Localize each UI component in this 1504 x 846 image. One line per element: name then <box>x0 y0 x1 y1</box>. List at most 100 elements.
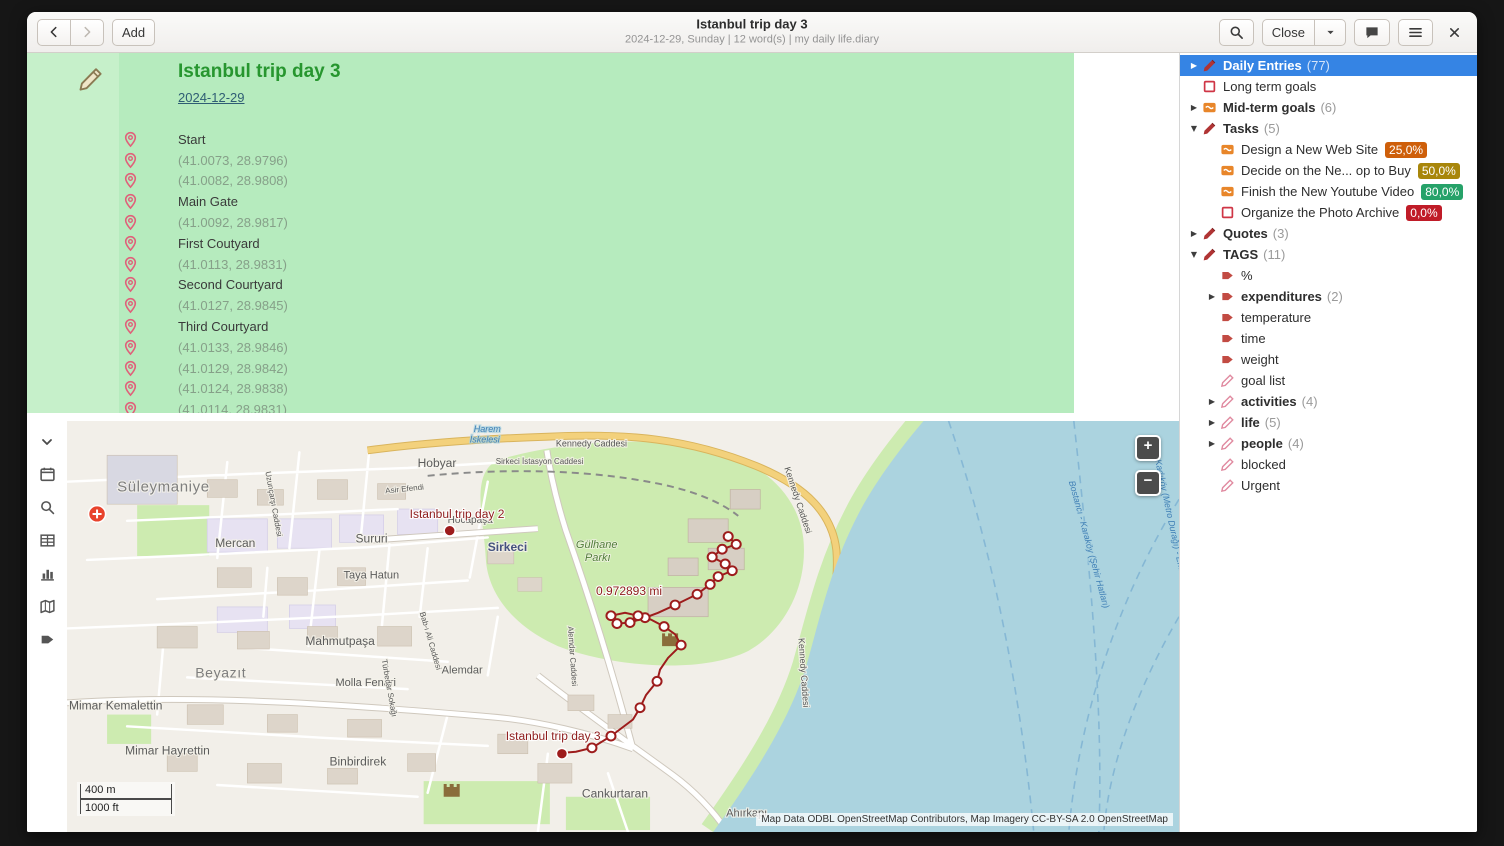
map-label: Sirkeci İstasyon Caddesi <box>496 457 584 466</box>
entry-line[interactable]: (41.0092, 28.9817) <box>119 212 1074 233</box>
collapse-map-button[interactable] <box>33 429 61 454</box>
map-view-button[interactable] <box>33 594 61 619</box>
zoom-in-button[interactable]: + <box>1135 435 1161 461</box>
tree-item-label: Design a New Web Site <box>1241 142 1378 157</box>
tree-item-time[interactable]: time <box>1180 328 1477 349</box>
tree-item-tags[interactable]: ▼TAGS(11) <box>1180 244 1477 265</box>
tag-icon <box>1220 352 1235 367</box>
entry-line-text: Third Courtyard <box>178 319 268 334</box>
tree-item-count: (3) <box>1273 226 1289 241</box>
expander-open-icon[interactable]: ▼ <box>1186 124 1202 133</box>
tree-item-design-a-new-web-site[interactable]: Design a New Web Site 25,0% <box>1180 139 1477 160</box>
entry-line[interactable]: Start <box>119 129 1074 150</box>
map-label: Sururi <box>356 531 388 545</box>
tree-item-quotes[interactable]: ▶ Quotes (3) <box>1180 223 1477 244</box>
progress-badge: 25,0% <box>1385 142 1427 158</box>
tree-item-life[interactable]: ▶life(5) <box>1180 412 1477 433</box>
tree-item-urgent[interactable]: Urgent <box>1180 475 1477 496</box>
tree-item-organize-the-photo-archive[interactable]: Organize the Photo Archive0,0% <box>1180 202 1477 223</box>
chart-view-button[interactable] <box>33 561 61 586</box>
entry-line[interactable]: (41.0082, 28.9808) <box>119 171 1074 192</box>
map-canvas[interactable]: SüleymaniyeHobyarHocapaşaSirkeciSirkeci … <box>67 421 1179 832</box>
tree-item-temperature[interactable]: temperature <box>1180 307 1477 328</box>
entry-line[interactable]: Second Courtyard <box>119 275 1074 296</box>
expander-closed-icon[interactable]: ▶ <box>1204 418 1220 427</box>
entry-line[interactable]: First Coutyard <box>119 233 1074 254</box>
tree-item-mid-term-goals[interactable]: ▶Mid-term goals(6) <box>1180 97 1477 118</box>
entry-line[interactable]: (41.0124, 28.9838) <box>119 379 1074 400</box>
entry-line-text: (41.0129, 28.9842) <box>178 361 288 376</box>
tree-item-decide-on-the-ne-op-to-buy[interactable]: Decide on the Ne... op to Buy50,0% <box>1180 160 1477 181</box>
tree-item-activities[interactable]: ▶activities(4) <box>1180 391 1477 412</box>
location-pin-icon <box>122 297 139 314</box>
map-label: Kennedy Caddesi <box>556 439 627 449</box>
entry-editor[interactable]: Istanbul trip day 3 2024-12-29 Start(41.… <box>119 53 1074 413</box>
entry-line-text: Main Gate <box>178 194 238 209</box>
tree-item-[interactable]: % <box>1180 265 1477 286</box>
add-button[interactable]: Add <box>112 19 155 46</box>
entry-line[interactable]: Third Courtyard <box>119 316 1074 337</box>
tag-icon <box>1220 289 1235 304</box>
location-pin-icon <box>122 235 139 252</box>
expander-closed-icon[interactable]: ▶ <box>1204 397 1220 406</box>
entry-line[interactable]: (41.0113, 28.9831) <box>119 254 1074 275</box>
tree-item-label: Quotes <box>1223 226 1268 241</box>
tree-item-expenditures[interactable]: ▶expenditures(2) <box>1180 286 1477 307</box>
tree-item-count: (5) <box>1265 415 1281 430</box>
entry-line[interactable]: (41.0129, 28.9842) <box>119 358 1074 379</box>
tree-item-count: (2) <box>1327 289 1343 304</box>
entry-line-text: Start <box>178 132 205 147</box>
entry-date-link[interactable]: 2024-12-29 <box>178 90 245 105</box>
close-diary-button[interactable]: Close <box>1262 19 1315 46</box>
map-label: 0.972893 mi <box>596 584 662 598</box>
tags-view-button[interactable] <box>33 627 61 652</box>
tree-item-tasks[interactable]: ▼Tasks(5) <box>1180 118 1477 139</box>
map-label: Alemdar <box>442 665 483 677</box>
comments-button[interactable] <box>1354 19 1390 46</box>
expander-closed-icon[interactable]: ▶ <box>1204 292 1220 301</box>
tree-item-long-term-goals[interactable]: Long term goals <box>1180 76 1477 97</box>
forward-button[interactable] <box>70 19 104 46</box>
expander-closed-icon[interactable]: ▶ <box>1186 61 1202 70</box>
map-image: SüleymaniyeHobyarHocapaşaSirkeciSirkeci … <box>67 421 1179 832</box>
tree-item-label: Daily Entries <box>1223 58 1302 73</box>
entry-line[interactable]: (41.0127, 28.9845) <box>119 295 1074 316</box>
tree-item-daily-entries[interactable]: ▶Daily Entries(77) <box>1180 55 1477 76</box>
tree-item-label: Mid-term goals <box>1223 100 1315 115</box>
headerbar: Add Istanbul trip day 3 2024-12-29, Sund… <box>27 12 1477 53</box>
entry-line[interactable]: (41.0073, 28.9796) <box>119 150 1074 171</box>
pencil-icon <box>1202 121 1217 136</box>
entry-line[interactable]: (41.0114, 28.9831) <box>119 399 1074 413</box>
tree-item-weight[interactable]: weight <box>1180 349 1477 370</box>
location-pin-icon <box>122 152 139 169</box>
calendar-button[interactable] <box>33 462 61 487</box>
map-label: Harem <box>474 424 501 434</box>
expander-closed-icon[interactable]: ▶ <box>1186 103 1202 112</box>
tree-item-blocked[interactable]: blocked <box>1180 454 1477 475</box>
entry-line-text: (41.0073, 28.9796) <box>178 153 288 168</box>
menu-button[interactable] <box>1398 19 1433 46</box>
window-close-button[interactable] <box>1441 19 1467 46</box>
location-pin-icon <box>122 214 139 231</box>
progress-icon <box>1220 142 1235 157</box>
entry-line[interactable]: Main Gate <box>119 191 1074 212</box>
expander-open-icon[interactable]: ▼ <box>1186 250 1202 259</box>
progress-icon <box>1220 163 1235 178</box>
close-diary-menu-button[interactable] <box>1314 19 1346 46</box>
entry-line[interactable]: (41.0133, 28.9846) <box>119 337 1074 358</box>
table-view-button[interactable] <box>33 528 61 553</box>
tree-item-finish-the-new-youtube-video[interactable]: Finish the New Youtube Video80,0% <box>1180 181 1477 202</box>
sidebar-tree: ▶Daily Entries(77)Long term goals▶Mid-te… <box>1180 55 1477 496</box>
add-location-marker[interactable] <box>89 506 106 523</box>
search-button[interactable] <box>1219 19 1254 46</box>
scale-imperial: 1000 ft <box>80 799 172 814</box>
back-button[interactable] <box>37 19 71 46</box>
search-entries-button[interactable] <box>33 495 61 520</box>
expander-closed-icon[interactable]: ▶ <box>1204 439 1220 448</box>
expander-closed-icon[interactable]: ▶ <box>1186 229 1202 238</box>
tree-item-goal-list[interactable]: goal list <box>1180 370 1477 391</box>
tree-item-people[interactable]: ▶people(4) <box>1180 433 1477 454</box>
zoom-out-button[interactable]: − <box>1135 470 1161 496</box>
progress-icon <box>1202 100 1217 115</box>
tree-item-label: Urgent <box>1241 478 1280 493</box>
